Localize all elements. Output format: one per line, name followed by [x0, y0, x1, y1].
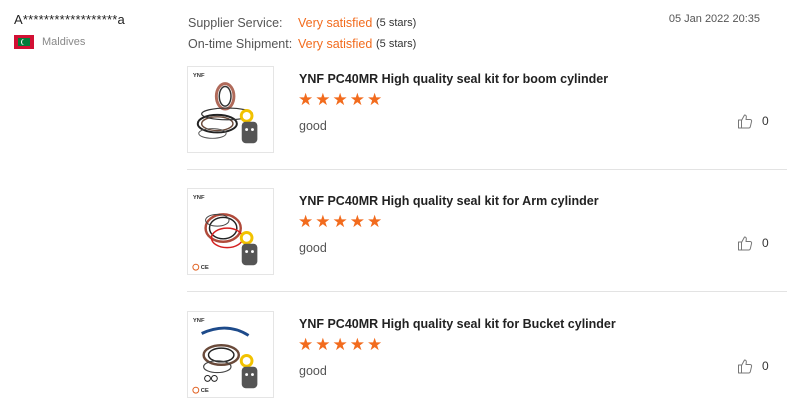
- star-icon: ★: [315, 212, 331, 231]
- product-thumbnail[interactable]: YNF: [187, 66, 274, 153]
- like-count: 0: [762, 114, 769, 128]
- divider: [187, 169, 787, 170]
- like-count: 0: [762, 236, 769, 250]
- rating-label: Supplier Service:: [188, 15, 283, 30]
- svg-text:YNF: YNF: [193, 73, 205, 79]
- product-title[interactable]: YNF PC40MR High quality seal kit for Arm…: [299, 194, 599, 208]
- like-button[interactable]: 0: [737, 358, 769, 374]
- divider: [187, 291, 787, 292]
- product-review: YNF CE YNF PC40MR High quality seal kit …: [187, 188, 787, 278]
- rating-value: Very satisfied: [298, 15, 373, 30]
- thumbs-up-icon: [738, 114, 753, 129]
- star-icon: ★: [349, 212, 365, 231]
- reviewer-info: A******************a Maldives: [14, 12, 174, 49]
- star-icon: ★: [332, 212, 348, 231]
- product-rating-stars: ★ ★ ★ ★ ★: [298, 213, 382, 231]
- star-icon: ★: [315, 90, 331, 109]
- thumbs-up-icon: [738, 236, 753, 251]
- product-title[interactable]: YNF PC40MR High quality seal kit for Buc…: [299, 317, 616, 331]
- country-name: Maldives: [42, 36, 86, 48]
- svg-text:YNF: YNF: [193, 195, 205, 201]
- rating-stars-text: (5 stars): [376, 37, 417, 50]
- product-review: YNF YNF PC40MR High quality seal kit for…: [187, 66, 787, 156]
- thumbs-up-icon: [738, 359, 753, 374]
- product-title[interactable]: YNF PC40MR High quality seal kit for boo…: [299, 72, 608, 86]
- supplier-ratings: Supplier Service: Very satisfied (5 star…: [188, 12, 416, 54]
- like-button[interactable]: 0: [737, 113, 769, 129]
- product-review: YNF CE YNF PC40MR High quality seal kit …: [187, 311, 787, 401]
- review-date: 05 Jan 2022 20:35: [668, 13, 760, 25]
- rating-stars-text: (5 stars): [376, 16, 417, 29]
- star-icon: ★: [367, 90, 383, 109]
- review-comment: good: [299, 241, 327, 255]
- rating-row-on-time-shipment: On-time Shipment: Very satisfied (5 star…: [188, 33, 416, 54]
- review-comment: good: [299, 119, 327, 133]
- star-icon: ★: [332, 90, 348, 109]
- rating-row-supplier-service: Supplier Service: Very satisfied (5 star…: [188, 12, 416, 33]
- reviewer-name: A******************a: [14, 12, 125, 27]
- star-icon: ★: [298, 90, 314, 109]
- star-icon: ★: [367, 335, 383, 354]
- star-icon: ★: [298, 212, 314, 231]
- product-rating-stars: ★ ★ ★ ★ ★: [298, 336, 382, 354]
- product-thumbnail[interactable]: YNF CE: [187, 311, 274, 398]
- product-rating-stars: ★ ★ ★ ★ ★: [298, 91, 382, 109]
- star-icon: ★: [349, 335, 365, 354]
- product-thumbnail[interactable]: YNF CE: [187, 188, 274, 275]
- star-icon: ★: [349, 90, 365, 109]
- star-icon: ★: [315, 335, 331, 354]
- rating-label: On-time Shipment:: [188, 36, 293, 51]
- review-comment: good: [299, 364, 327, 378]
- svg-text:CE: CE: [201, 388, 209, 394]
- like-count: 0: [762, 359, 769, 373]
- star-icon: ★: [332, 335, 348, 354]
- svg-text:CE: CE: [201, 265, 209, 271]
- maldives-flag-icon: [14, 35, 34, 49]
- like-button[interactable]: 0: [737, 235, 769, 251]
- star-icon: ★: [298, 335, 314, 354]
- reviewer-country: Maldives: [14, 35, 174, 49]
- star-icon: ★: [367, 212, 383, 231]
- svg-text:YNF: YNF: [193, 318, 205, 324]
- rating-value: Very satisfied: [298, 36, 373, 51]
